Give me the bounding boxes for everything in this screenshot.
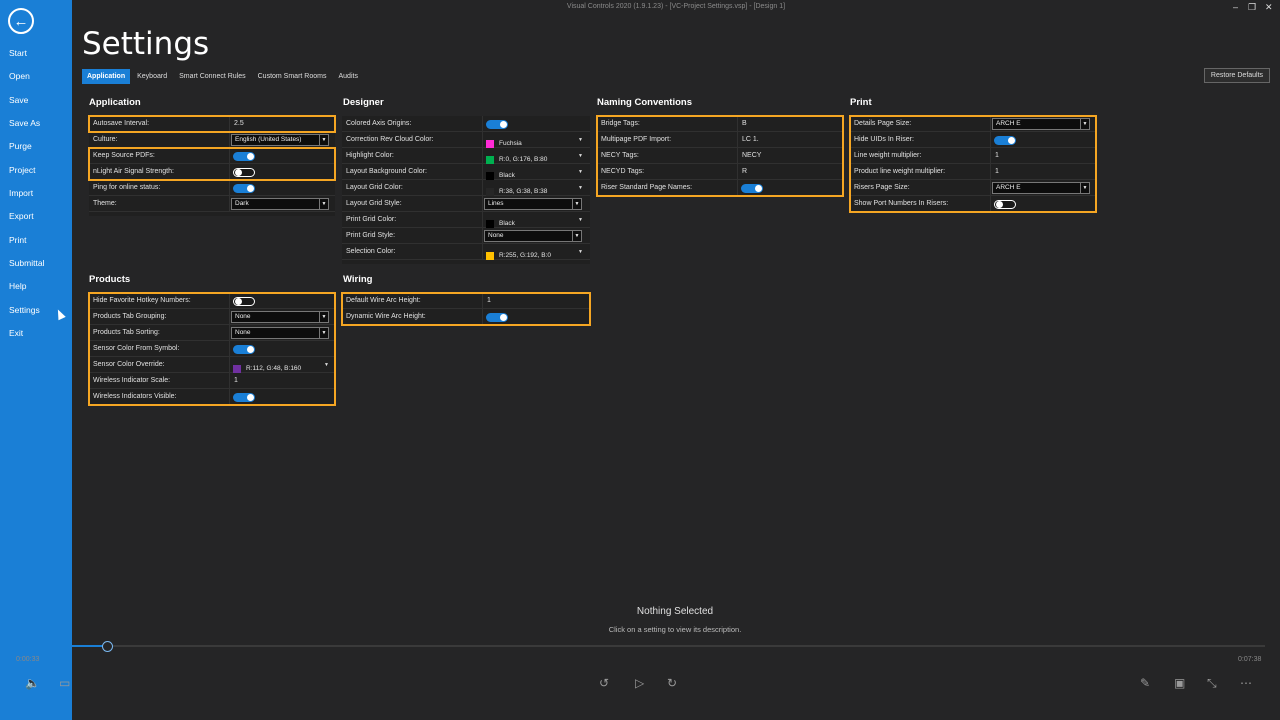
section-title-print: Print (850, 97, 872, 108)
restore-defaults-button[interactable]: Restore Defaults (1204, 68, 1270, 83)
tab-keyboard[interactable]: Keyboard (132, 69, 172, 84)
section-title-products: Products (89, 274, 131, 285)
sidebar-item-submittal[interactable]: Submittal (9, 258, 44, 268)
chevron-down-icon: ▼ (578, 185, 583, 191)
tab-audits[interactable]: Audits (333, 69, 362, 84)
pencil-icon[interactable]: ✎ (1140, 676, 1150, 690)
setting-print-grid-style[interactable]: Print Grid Style: None ▼ (342, 228, 590, 244)
highlight-box (849, 115, 1097, 213)
color-swatch (486, 156, 494, 164)
minimize-icon[interactable]: – (1233, 2, 1238, 12)
setting-culture[interactable]: Culture: English (United States) ▼ (89, 132, 335, 148)
chevron-down-icon: ▼ (578, 153, 583, 159)
colored-axis-origins-toggle[interactable] (486, 120, 508, 129)
captions-icon[interactable]: ▭ (59, 676, 70, 690)
page-title: Settings (82, 26, 210, 62)
setting-theme[interactable]: Theme: Dark ▼ (89, 196, 335, 212)
tab-smart-connect-rules[interactable]: Smart Connect Rules (174, 69, 251, 84)
sidebar-item-save-as[interactable]: Save As (9, 118, 40, 128)
color-swatch (486, 140, 494, 148)
theme-select[interactable]: Dark ▼ (231, 198, 329, 210)
tab-custom-smart-rooms[interactable]: Custom Smart Rooms (253, 69, 332, 84)
setting-ping-online-status[interactable]: Ping for online status: (89, 180, 335, 196)
sidebar-item-settings[interactable]: Settings (9, 305, 40, 315)
ping-online-toggle[interactable] (233, 184, 255, 193)
section-title-naming-conventions: Naming Conventions (597, 97, 693, 108)
back-arrow-icon[interactable]: ← (8, 8, 34, 34)
chevron-down-icon: ▼ (319, 199, 328, 209)
chevron-down-icon: ▼ (578, 217, 583, 223)
section-title-wiring: Wiring (343, 274, 373, 285)
collapse-icon[interactable]: ⤡ (1207, 676, 1217, 691)
designer-grid: Colored Axis Origins: Correction Rev Clo… (342, 116, 590, 264)
color-swatch (486, 188, 494, 196)
setting-layout-grid-style[interactable]: Layout Grid Style: Lines ▼ (342, 196, 590, 212)
seek-track[interactable] (15, 645, 1265, 647)
setting-print-grid-color[interactable]: Print Grid Color: Black ▼ (342, 212, 590, 228)
volume-icon[interactable]: 🔈 (25, 676, 40, 690)
total-time: 0:07:38 (1238, 656, 1262, 663)
sidebar-item-save[interactable]: Save (9, 95, 28, 105)
section-title-application: Application (89, 97, 141, 108)
elapsed-time: 0:00:33 (16, 656, 40, 663)
play-icon[interactable]: ▷ (635, 676, 644, 690)
sidebar-item-project[interactable]: Project (9, 165, 35, 175)
seek-handle[interactable] (102, 641, 113, 652)
highlight-box (341, 292, 591, 326)
sidebar-item-start[interactable]: Start (9, 48, 27, 58)
section-title-designer: Designer (343, 97, 384, 108)
sidebar-item-print[interactable]: Print (9, 235, 26, 245)
highlight-box (88, 292, 336, 406)
highlight-box (88, 115, 336, 133)
seek-progress (15, 645, 108, 647)
chevron-down-icon: ▼ (572, 199, 581, 209)
culture-select[interactable]: English (United States) ▼ (231, 134, 329, 146)
color-swatch (486, 172, 494, 180)
close-icon[interactable]: ✕ (1265, 2, 1273, 13)
sidebar-item-open[interactable]: Open (9, 71, 30, 81)
layout-grid-style-select[interactable]: Lines ▼ (484, 198, 582, 210)
forward-30-icon[interactable]: ↻ (667, 676, 677, 690)
status-title: Nothing Selected (636, 606, 714, 617)
rewind-10-icon[interactable]: ↺ (599, 676, 609, 690)
chevron-down-icon: ▼ (319, 135, 328, 145)
highlight-box (88, 147, 336, 181)
setting-selection-color[interactable]: Selection Color: R:255, G:192, B:0 ▼ (342, 244, 590, 260)
miniplayer-icon[interactable]: ▣ (1174, 676, 1185, 690)
restore-icon[interactable]: ❐ (1248, 2, 1256, 13)
setting-correction-rev-cloud-color[interactable]: Correction Rev Cloud Color: Fuchsia ▼ (342, 132, 590, 148)
media-player-bar: 0:00:33 0:07:38 🔈 ▭ ↺ ▷ ↻ ✎ ▣ ⤡ ⋯ (0, 640, 1280, 720)
setting-layout-background-color[interactable]: Layout Background Color: Black ▼ (342, 164, 590, 180)
sidebar-item-purge[interactable]: Purge (9, 141, 32, 151)
sidebar-item-export[interactable]: Export (9, 211, 34, 221)
print-grid-style-select[interactable]: None ▼ (484, 230, 582, 242)
tab-bar: Application Keyboard Smart Connect Rules… (82, 69, 365, 84)
chevron-down-icon: ▼ (578, 137, 583, 143)
status-description: Click on a setting to view its descripti… (608, 625, 742, 634)
setting-highlight-color[interactable]: Highlight Color: R:0, G:176, B:80 ▼ (342, 148, 590, 164)
setting-layout-grid-color[interactable]: Layout Grid Color: R:38, G:38, B:38 ▼ (342, 180, 590, 196)
sidebar-item-help[interactable]: Help (9, 281, 26, 291)
chevron-down-icon: ▼ (578, 169, 583, 175)
sidebar-item-exit[interactable]: Exit (9, 328, 23, 338)
chevron-down-icon: ▼ (578, 249, 583, 255)
chevron-down-icon: ▼ (572, 231, 581, 241)
tab-application[interactable]: Application (82, 69, 131, 84)
color-swatch (486, 220, 494, 228)
highlight-box (596, 115, 844, 197)
color-swatch (486, 252, 494, 260)
setting-colored-axis-origins[interactable]: Colored Axis Origins: (342, 116, 590, 132)
window-title: Visual Controls 2020 (1.9.1.23) - [VC-Pr… (566, 3, 786, 10)
sidebar-item-import[interactable]: Import (9, 188, 33, 198)
more-icon[interactable]: ⋯ (1240, 676, 1252, 690)
